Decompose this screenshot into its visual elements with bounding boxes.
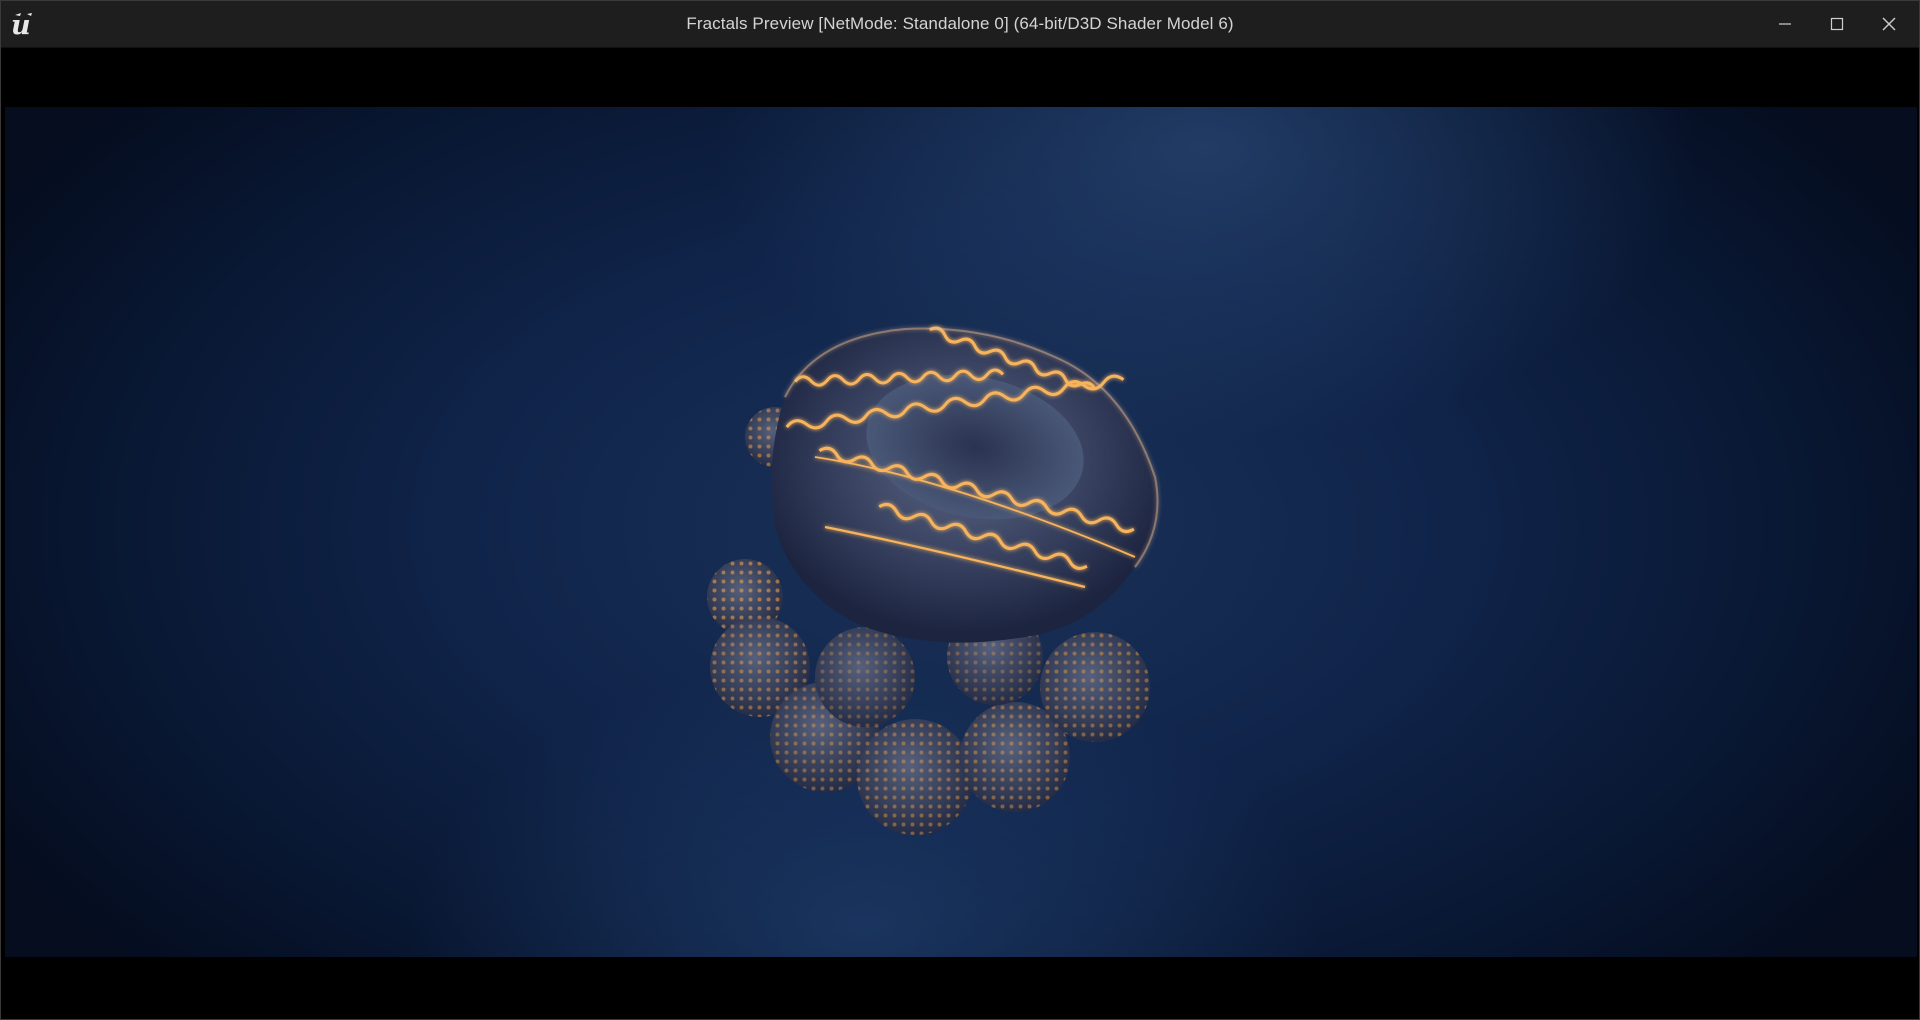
fractal-main-body: [771, 328, 1158, 643]
game-viewport[interactable]: [5, 48, 1917, 1017]
minimize-icon: [1779, 23, 1791, 25]
maximize-icon: [1830, 17, 1844, 31]
render-scene: [5, 107, 1917, 957]
close-button[interactable]: [1863, 1, 1915, 47]
letterbox-bottom: [5, 957, 1917, 1017]
app-window: u Fractals Preview [NetMode: Standalone …: [0, 0, 1920, 1020]
maximize-button[interactable]: [1811, 1, 1863, 47]
letterbox-top: [5, 48, 1917, 107]
window-title: Fractals Preview [NetMode: Standalone 0]…: [686, 14, 1234, 33]
minimize-button[interactable]: [1759, 1, 1811, 47]
fractal-render: [707, 326, 1159, 835]
close-icon: [1882, 17, 1896, 31]
title-bar[interactable]: u Fractals Preview [NetMode: Standalone …: [1, 1, 1919, 48]
